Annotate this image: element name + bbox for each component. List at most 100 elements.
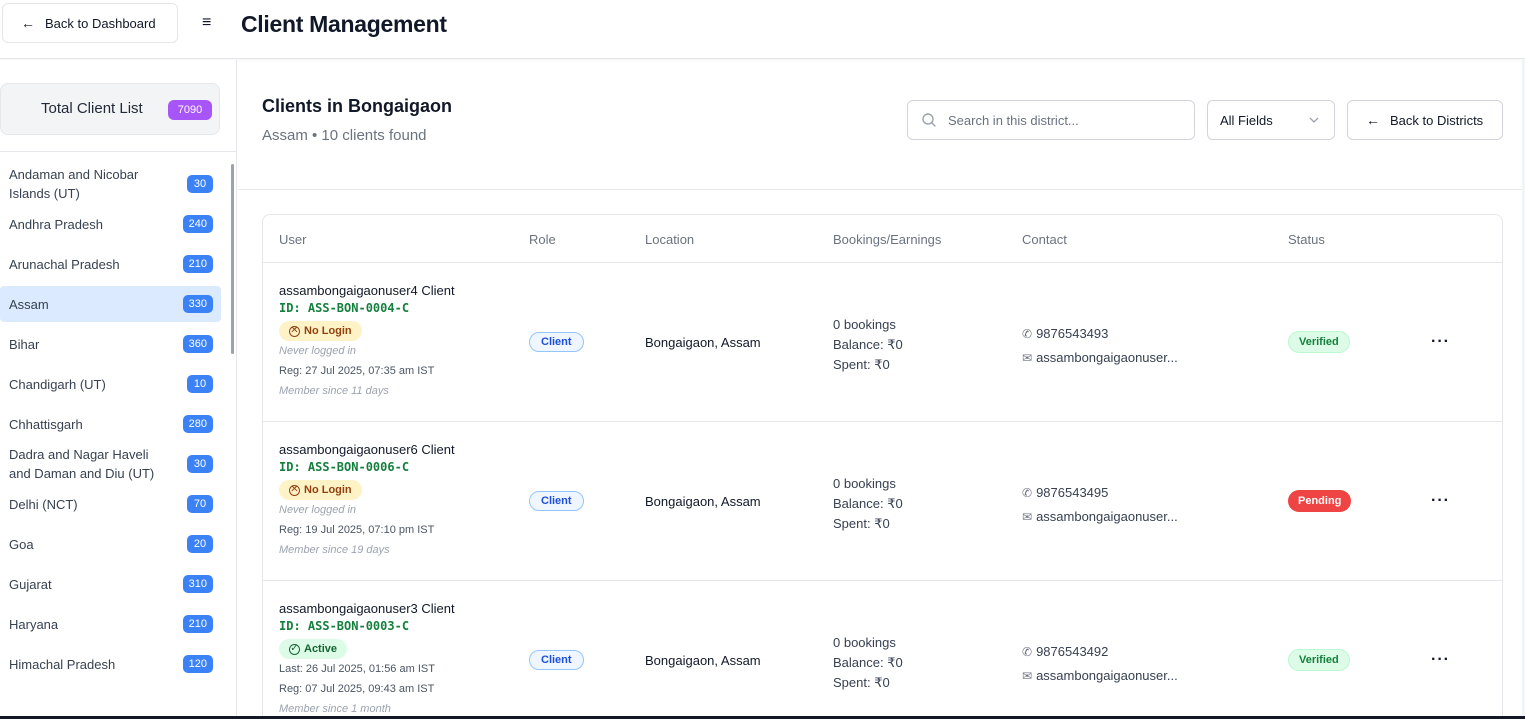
check-circle-icon: ✓ [289, 643, 300, 655]
bookings-cell: 0 bookings Balance: ₹0 Spent: ₹0 [833, 633, 903, 693]
balance-value: Balance: ₹0 [833, 337, 903, 352]
spent-value: Spent: ₹0 [833, 675, 890, 690]
location-text: Bongaigaon, Assam [645, 335, 761, 350]
search-placeholder: Search in this district... [948, 112, 1079, 128]
mail-icon: ✉ [1022, 351, 1033, 365]
back-to-dashboard-button[interactable]: ← Back to Dashboard [2, 3, 178, 43]
status-badge: Verified [1288, 331, 1350, 353]
column-header-user: User [279, 232, 307, 247]
arrow-left-icon: ← [1366, 112, 1380, 128]
sidebar-state-item[interactable]: Dadra and Nagar Haveli and Daman and Diu… [0, 446, 221, 482]
state-count-badge: 360 [182, 335, 213, 353]
table-row[interactable]: assambongaigaonuser4 Client ID: ASS-BON-0… [263, 263, 1502, 422]
column-header-location: Location [645, 232, 695, 247]
state-count-badge: 330 [182, 295, 213, 313]
role-badge: Client [529, 332, 584, 352]
state-name: Bihar [9, 336, 40, 352]
login-status-label: Active [304, 643, 338, 655]
phone-icon: ✆ [1022, 486, 1033, 500]
back-to-districts-label: Back to Districts [1390, 112, 1484, 128]
sidebar-scrollbar[interactable] [231, 164, 234, 354]
sidebar-state-item[interactable]: Assam 330 [0, 286, 221, 322]
balance-value: Balance: ₹0 [833, 655, 903, 670]
district-title: Clients in Bongaigaon [262, 96, 453, 116]
sidebar-state-item[interactable]: Bihar 360 [0, 326, 221, 362]
user-name: assambongaigaonuser3 Client [279, 601, 455, 616]
sidebar-state-item[interactable]: Andhra Pradesh 240 [0, 206, 221, 242]
spent-value: Spent: ₹0 [833, 516, 890, 531]
sidebar-state-item[interactable]: Andaman and Nicobar Islands (UT) 30 [0, 166, 221, 202]
back-to-districts-button[interactable]: ← Back to Districts [1347, 100, 1503, 140]
last-login: Never logged in [279, 504, 357, 516]
sidebar-state-item[interactable]: Delhi (NCT) 70 [0, 486, 221, 522]
x-circle-icon: ✕ [289, 325, 300, 337]
main-divider [238, 189, 1525, 190]
member-since: Member since 11 days [279, 385, 389, 397]
role-badge: Client [529, 491, 584, 511]
login-status-label: No Login [304, 325, 352, 337]
state-count-badge: 30 [187, 455, 213, 473]
user-id: ID: ASS-BON-0003-C [279, 619, 410, 633]
email-address: assambongaigaonuser... [1036, 350, 1178, 365]
total-client-list-button[interactable]: Total Client List 7090 [0, 83, 220, 135]
column-header-role: Role [529, 232, 556, 247]
user-cell: assambongaigaonuser6 Client ID: ASS-BON-0… [279, 441, 455, 560]
phone-number: 9876543493 [1036, 326, 1109, 341]
login-status-badge: ✕ No Login [279, 480, 362, 500]
state-name: Arunachal Pradesh [9, 256, 120, 272]
table-row[interactable]: assambongaigaonuser6 Client ID: ASS-BON-0… [263, 422, 1502, 581]
field-filter-select[interactable]: All Fields [1207, 100, 1335, 140]
top-header: ← Back to Dashboard ≡ Client Management [0, 0, 1525, 59]
district-subtitle: Assam • 10 clients found [262, 127, 427, 144]
sidebar-state-item[interactable]: Himachal Pradesh 120 [0, 646, 221, 682]
district-search-input[interactable]: Search in this district... [907, 100, 1195, 140]
state-count-badge: 20 [187, 535, 213, 553]
bookings-cell: 0 bookings Balance: ₹0 Spent: ₹0 [833, 474, 903, 534]
login-status-label: No Login [304, 484, 352, 496]
sidebar-state-item[interactable]: Goa 20 [0, 526, 221, 562]
phone-icon: ✆ [1022, 327, 1033, 341]
last-login: Last: 26 Jul 2025, 01:56 am IST [279, 663, 435, 675]
back-to-dashboard-label: Back to Dashboard [45, 15, 156, 31]
state-count-badge: 30 [187, 175, 213, 193]
user-name: assambongaigaonuser6 Client [279, 442, 455, 457]
login-status-badge: ✓ Active [279, 639, 348, 659]
status-badge: Verified [1288, 649, 1350, 671]
spent-value: Spent: ₹0 [833, 357, 890, 372]
bookings-count: 0 bookings [833, 476, 896, 491]
column-header-status: Status [1288, 232, 1325, 247]
state-count-badge: 210 [182, 255, 213, 273]
sidebar-state-item[interactable]: Gujarat 310 [0, 566, 221, 602]
column-header-bookings: Bookings/Earnings [833, 232, 942, 247]
sidebar-state-item[interactable]: Arunachal Pradesh 210 [0, 246, 221, 282]
state-count-badge: 310 [182, 575, 213, 593]
bookings-count: 0 bookings [833, 317, 896, 332]
phone-icon: ✆ [1022, 645, 1033, 659]
sidebar-state-item[interactable]: Chhattisgarh 280 [0, 406, 221, 442]
main-content: Clients in Bongaigaon Assam • 10 clients… [238, 60, 1525, 719]
registration-date: Reg: 19 Jul 2025, 07:10 pm IST [279, 524, 435, 536]
login-status-badge: ✕ No Login [279, 321, 362, 341]
last-login: Never logged in [279, 345, 357, 357]
more-actions-icon[interactable]: ··· [1431, 651, 1450, 669]
sidebar-state-item[interactable]: Haryana 210 [0, 606, 221, 642]
total-count-badge: 7090 [168, 100, 212, 120]
more-actions-icon[interactable]: ··· [1431, 492, 1450, 510]
arrow-left-icon: ← [21, 15, 35, 31]
member-since: Member since 19 days [279, 544, 390, 556]
status-badge: Pending [1288, 490, 1352, 512]
bookings-cell: 0 bookings Balance: ₹0 Spent: ₹0 [833, 315, 903, 375]
sidebar-state-item[interactable]: Chandigarh (UT) 10 [0, 366, 221, 402]
balance-value: Balance: ₹0 [833, 496, 903, 511]
table-header: User Role Location Bookings/Earnings Con… [263, 215, 1502, 263]
hamburger-menu-icon[interactable]: ≡ [202, 13, 218, 33]
state-count-badge: 210 [182, 615, 213, 633]
location-text: Bongaigaon, Assam [645, 653, 761, 668]
chevron-down-icon [1309, 117, 1319, 123]
search-icon [922, 113, 936, 127]
role-badge: Client [529, 650, 584, 670]
more-actions-icon[interactable]: ··· [1431, 333, 1450, 351]
state-count-badge: 280 [182, 415, 213, 433]
table-row[interactable]: assambongaigaonuser3 Client ID: ASS-BON-0… [263, 581, 1502, 719]
user-cell: assambongaigaonuser3 Client ID: ASS-BON-0… [279, 600, 455, 719]
